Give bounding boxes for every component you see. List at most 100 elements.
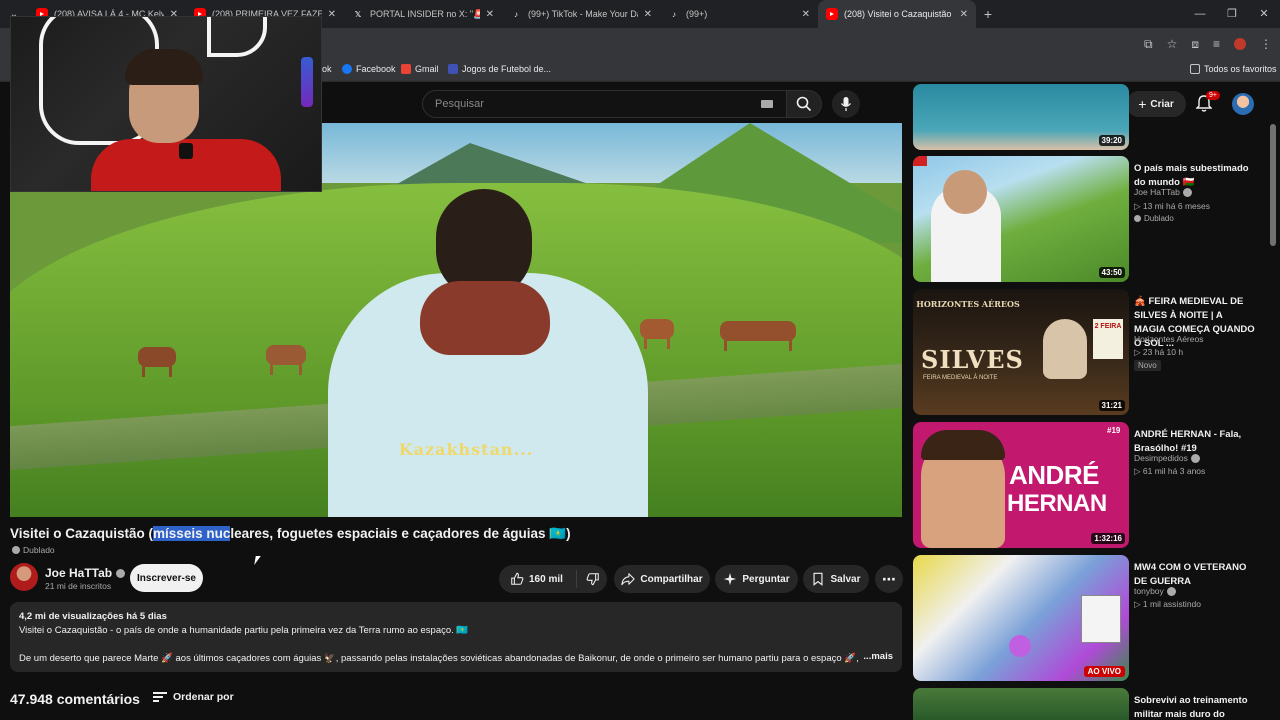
like-count: 160 mil	[529, 573, 563, 585]
tab-title: PORTAL INSIDER no X: "🚨 Con	[370, 8, 480, 19]
streamer-shirt	[91, 139, 281, 191]
description-box[interactable]: 4,2 mi de visualizações há 5 dias Visite…	[10, 602, 902, 672]
search-button[interactable]	[786, 90, 822, 118]
verified-icon	[116, 568, 126, 578]
tab-close-icon[interactable]: ✕	[960, 9, 968, 20]
bookmark-star-icon[interactable]: ☆	[1167, 37, 1178, 51]
facebook-icon	[342, 64, 352, 74]
video-thumbnail[interactable]	[913, 688, 1129, 720]
video-thumbnail[interactable]: AO VIVO	[913, 555, 1129, 681]
gmail-icon	[401, 64, 411, 74]
video-duration: 1:32:16	[1091, 533, 1125, 544]
more-actions-button[interactable]: ⋯	[875, 565, 903, 593]
channel-name[interactable]: Horizontes Aéreos	[1134, 334, 1203, 344]
comment-count: 47.948 comentários	[10, 691, 140, 707]
bookmark-label: Jogos de Futebol de...	[462, 64, 552, 74]
tab-close-icon[interactable]: ✕	[328, 9, 336, 20]
video-duration: 39:20	[1098, 135, 1125, 146]
share-icon	[621, 573, 636, 586]
cast-icon[interactable]: ⧉	[1144, 37, 1153, 52]
video-thumbnail[interactable]: 39:20	[913, 84, 1129, 150]
channel-name[interactable]: Joe HaTTab	[1134, 187, 1192, 197]
like-divider	[576, 570, 577, 588]
channel-name[interactable]: Joe HaTTab	[45, 566, 126, 580]
bookmark-partial[interactable]: ok	[322, 64, 332, 74]
voice-search-button[interactable]	[832, 90, 860, 118]
video-title[interactable]: MW4 COM O VETERANO DE GUERRA	[1134, 561, 1256, 589]
extensions-icon[interactable]: ⧈	[1191, 37, 1199, 52]
video-thumbnail[interactable]: HORIZONTES AÉREOS SILVES FEIRA MEDIEVAL …	[913, 289, 1129, 415]
thumb-person	[1043, 319, 1087, 379]
video-meta: ▷ 23 há 10 h	[1134, 347, 1184, 357]
scrollbar[interactable]	[1270, 124, 1276, 246]
cow-figure	[720, 321, 796, 351]
profile-icon[interactable]	[1234, 38, 1246, 50]
channel-name-text: Joe HaTTab	[45, 566, 113, 580]
minimize-button[interactable]: —	[1184, 0, 1216, 28]
dubbed-icon	[12, 546, 20, 554]
thumb-episode-tag: #19	[1107, 426, 1121, 435]
new-badge: Novo	[1134, 360, 1161, 371]
neon-light	[207, 17, 267, 57]
search-input[interactable]: Pesquisar	[422, 90, 788, 118]
tab-title: (208) Visitei o Cazaquistão (mí	[844, 9, 954, 19]
toolbar-icons: ⧉ ☆ ⧈ ≡ ⋮	[1144, 28, 1272, 60]
video-meta: ▷ 61 mil há 3 anos	[1134, 466, 1206, 476]
tiktok-icon: ♪	[514, 9, 518, 19]
recommendation-item[interactable]: AO VIVO MW4 COM O VETERANO DE GUERRA ton…	[913, 555, 1273, 681]
channel-avatar[interactable]	[10, 563, 38, 591]
video-meta: ▷ 13 mi há 6 meses	[1134, 201, 1210, 211]
video-thumbnail[interactable]: 43:50	[913, 156, 1129, 282]
search-icon	[796, 96, 812, 112]
bookmark-gmail[interactable]: Gmail	[401, 64, 439, 74]
dubbed-icon	[1134, 215, 1141, 222]
rgb-light	[301, 57, 313, 107]
cow-figure	[138, 347, 176, 377]
dislike-button[interactable]	[578, 565, 607, 593]
bookmark-facebook[interactable]: Facebook	[342, 64, 396, 74]
share-button[interactable]: Compartilhar	[614, 565, 710, 593]
keyboard-icon[interactable]	[761, 100, 773, 108]
video-thumbnail[interactable]: ANDRÉ HERNAN #19 1:32:16	[913, 422, 1129, 548]
channel-name[interactable]: tonyboy	[1134, 586, 1176, 596]
tab-tiktok-2[interactable]: ♪ (99+) ✕	[660, 0, 818, 28]
video-meta: ▷ 1 mil assistindo	[1134, 599, 1202, 609]
recommendation-item[interactable]: 43:50 O país mais subestimado do mundo 🇴…	[913, 156, 1273, 282]
recommendation-item[interactable]: HORIZONTES AÉREOS SILVES FEIRA MEDIEVAL …	[913, 289, 1273, 415]
save-label: Salvar	[830, 573, 861, 585]
recommendation-item[interactable]: 39:20	[913, 84, 1273, 150]
tab-close-icon[interactable]: ✕	[802, 9, 810, 20]
video-title[interactable]: O país mais subestimado do mundo 🇴🇲	[1134, 162, 1256, 190]
sort-comments-button[interactable]: Ordenar por	[153, 691, 234, 703]
tab-visitei-cazaquistao[interactable]: (208) Visitei o Cazaquistão (mí ✕	[818, 0, 976, 28]
show-more-link[interactable]: ...mais	[859, 650, 893, 664]
like-button[interactable]: 160 mil	[510, 572, 563, 586]
recommendation-item[interactable]: Sobrevivi ao treinamento militar mais du…	[913, 688, 1273, 720]
menu-icon[interactable]: ⋮	[1260, 37, 1272, 51]
close-window-button[interactable]: ✕	[1248, 0, 1280, 28]
tab-tiktok-1[interactable]: ♪ (99+) TikTok - Make Your Day ✕	[502, 0, 660, 28]
save-button[interactable]: Salvar	[803, 565, 869, 593]
recommendation-item[interactable]: ANDRÉ HERNAN #19 1:32:16 ANDRÉ HERNAN - …	[913, 422, 1273, 548]
bookmark-all-favorites[interactable]: Todos os favoritos	[1190, 64, 1277, 74]
media-icon[interactable]: ≡	[1213, 37, 1220, 51]
new-tab-button[interactable]: +	[976, 6, 1000, 22]
ask-button[interactable]: Perguntar	[715, 565, 798, 593]
subscribe-button[interactable]: Inscrever-se	[130, 564, 203, 592]
thumbs-down-icon	[586, 573, 599, 586]
video-title[interactable]: Sobrevivi ao treinamento militar mais du…	[1134, 694, 1256, 720]
tab-portal-insider[interactable]: 𝕏 PORTAL INSIDER no X: "🚨 Con ✕	[344, 0, 502, 28]
tab-close-icon[interactable]: ✕	[486, 9, 494, 20]
bookmark-jogos[interactable]: Jogos de Futebol de...	[448, 64, 551, 74]
tab-close-icon[interactable]: ✕	[644, 9, 652, 20]
share-label: Compartilhar	[640, 573, 703, 585]
restore-button[interactable]: ❐	[1216, 0, 1248, 28]
thumb-facecam	[1081, 595, 1121, 643]
thumb-face	[943, 170, 987, 214]
channel-name[interactable]: Desimpedidos	[1134, 453, 1200, 463]
dubbed-text: Dublado	[23, 545, 55, 555]
thumb-text: SILVES	[921, 345, 1024, 374]
video-title[interactable]: ANDRÉ HERNAN - Fala, Brasólho! #19	[1134, 428, 1256, 456]
cow-figure	[266, 345, 306, 375]
video-duration: 43:50	[1098, 267, 1125, 278]
